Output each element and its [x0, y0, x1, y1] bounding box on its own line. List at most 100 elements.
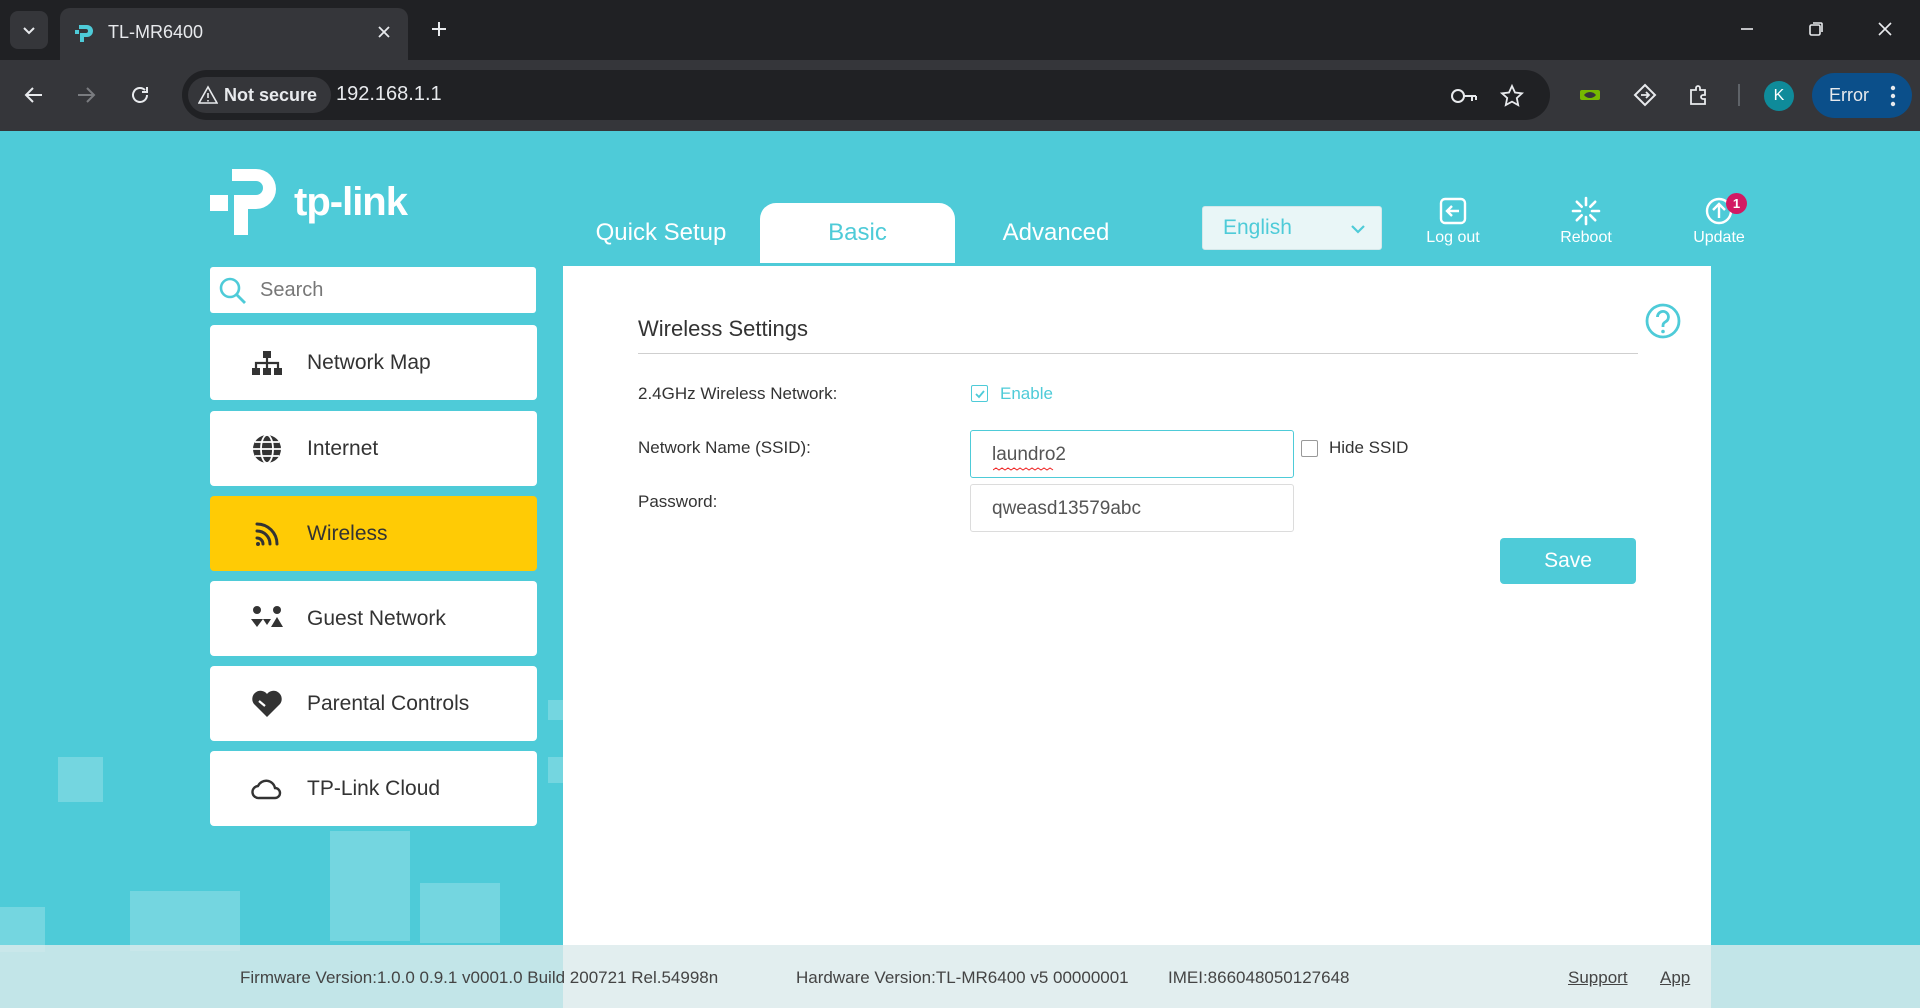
- hide-ssid-checkbox[interactable]: [1301, 440, 1318, 457]
- support-link[interactable]: Support: [1568, 968, 1628, 988]
- imei-text: IMEI:866048050127648: [1168, 968, 1350, 987]
- profile-error-button[interactable]: Error: [1812, 73, 1912, 118]
- wireless-settings-panel: Wireless Settings 2.4GHz Wireless Networ…: [563, 266, 1711, 1008]
- sidebar-item-label: TP-Link Cloud: [307, 777, 441, 800]
- wifi-icon: [250, 517, 284, 551]
- chevron-down-icon: [1351, 225, 1365, 234]
- cloud-icon: [250, 772, 284, 806]
- sidebar-item-tp-link-cloud[interactable]: TP-Link Cloud: [210, 751, 537, 826]
- search-box[interactable]: [210, 267, 536, 313]
- footer: Firmware Version:1.0.0 0.9.1 v0001.0 Bui…: [0, 945, 1920, 1008]
- tp-link-logo-icon: [210, 169, 276, 235]
- toolbar-divider: [1738, 84, 1740, 106]
- bookmark-star-icon[interactable]: [1498, 82, 1526, 110]
- tp-link-logo-text: tp-link: [294, 179, 408, 224]
- tab-advanced[interactable]: Advanced: [966, 203, 1146, 263]
- guest-network-icon: [250, 602, 284, 636]
- decor-square: [548, 700, 563, 720]
- network-map-icon: [250, 346, 284, 380]
- sidebar-item-label: Network Map: [307, 351, 431, 374]
- panel-title: Wireless Settings: [638, 316, 808, 341]
- router-admin-page: tp-link Quick Setup Basic Advanced Engli…: [0, 131, 1920, 1008]
- reboot-icon: [1571, 193, 1601, 229]
- ssid-input[interactable]: [992, 443, 1282, 467]
- wireless-network-label: 2.4GHz Wireless Network:: [638, 384, 838, 403]
- password-input[interactable]: [992, 497, 1282, 521]
- heart-icon: [250, 687, 284, 721]
- tp-link-favicon-icon: [72, 21, 96, 50]
- checkmark-icon: [974, 389, 985, 398]
- password-field[interactable]: [970, 484, 1294, 532]
- warning-triangle-icon: [198, 85, 218, 104]
- not-secure-label: Not secure: [224, 84, 318, 105]
- sidebar-item-parental-controls[interactable]: Parental Controls: [210, 666, 537, 741]
- enable-label[interactable]: Enable: [1000, 384, 1053, 404]
- update-button[interactable]: 1 Update: [1674, 193, 1764, 257]
- decor-square: [548, 757, 563, 783]
- minimize-icon[interactable]: [1732, 14, 1762, 44]
- help-question-icon[interactable]: [1644, 302, 1682, 340]
- tab-basic[interactable]: Basic: [760, 203, 955, 263]
- kebab-menu-icon: [1890, 85, 1896, 107]
- hide-ssid-label[interactable]: Hide SSID: [1329, 438, 1408, 458]
- sidebar-item-guest-network[interactable]: Guest Network: [210, 581, 537, 656]
- sidebar-item-label: Guest Network: [307, 607, 446, 630]
- back-arrow-icon[interactable]: [16, 77, 52, 113]
- enable-checkbox[interactable]: [971, 385, 988, 402]
- save-button[interactable]: Save: [1500, 538, 1636, 584]
- sidebar-item-label: Parental Controls: [307, 692, 470, 715]
- title-divider: [638, 353, 1638, 354]
- reboot-label: Reboot: [1560, 229, 1612, 246]
- chevron-down-icon: [23, 27, 35, 35]
- search-icon: [219, 277, 246, 304]
- language-value: English: [1223, 216, 1292, 239]
- tab-title: TL-MR6400: [108, 22, 204, 42]
- decor-square: [330, 831, 410, 941]
- logout-button[interactable]: Log out: [1408, 193, 1498, 257]
- url-text[interactable]: 192.168.1.1: [336, 83, 442, 106]
- sidebar-item-wireless[interactable]: Wireless: [210, 496, 537, 571]
- tp-link-logo: tp-link: [210, 165, 408, 239]
- search-input[interactable]: [260, 275, 520, 305]
- tab-quick-setup[interactable]: Quick Setup: [572, 203, 750, 263]
- update-badge: 1: [1726, 193, 1747, 214]
- password-label: Password:: [638, 492, 718, 511]
- decor-square: [420, 883, 500, 943]
- sidebar-item-label: Internet: [307, 437, 379, 460]
- sidebar-item-internet[interactable]: Internet: [210, 411, 537, 486]
- firmware-version: Firmware Version:1.0.0 0.9.1 v0001.0 Bui…: [240, 968, 719, 987]
- new-tab-plus-icon[interactable]: [424, 14, 454, 44]
- extension-diamond-icon[interactable]: [1627, 77, 1663, 113]
- tab-search-button[interactable]: [10, 11, 48, 49]
- globe-icon: [250, 432, 284, 466]
- puzzle-extensions-icon[interactable]: [1681, 77, 1717, 113]
- security-chip[interactable]: Not secure: [188, 77, 332, 113]
- close-window-icon[interactable]: [1870, 14, 1900, 44]
- logout-icon: [1438, 193, 1468, 229]
- tab-close-icon[interactable]: [372, 20, 396, 44]
- reload-icon[interactable]: [122, 77, 158, 113]
- sidebar-item-network-map[interactable]: Network Map: [210, 325, 537, 400]
- sidebar-item-label: Wireless: [307, 522, 388, 545]
- hardware-version: Hardware Version:TL-MR6400 v5 00000001: [796, 968, 1129, 987]
- decor-square: [130, 891, 240, 951]
- browser-toolbar: Not secure 192.168.1.1 K Error: [0, 60, 1920, 131]
- browser-tab-bar: TL-MR6400: [0, 0, 1920, 60]
- nvidia-extension-icon[interactable]: [1572, 77, 1608, 113]
- password-key-icon[interactable]: [1450, 82, 1478, 110]
- ssid-field[interactable]: [970, 430, 1294, 478]
- address-bar[interactable]: Not secure 192.168.1.1: [182, 70, 1550, 120]
- update-label: Update: [1693, 229, 1745, 246]
- restore-icon[interactable]: [1801, 14, 1831, 44]
- app-link[interactable]: App: [1660, 968, 1690, 988]
- forward-arrow-icon[interactable]: [68, 77, 104, 113]
- ssid-label: Network Name (SSID):: [638, 438, 811, 457]
- browser-tab[interactable]: TL-MR6400: [60, 8, 408, 60]
- logout-label: Log out: [1426, 229, 1480, 246]
- spellcheck-underline: [993, 467, 1054, 471]
- profile-avatar[interactable]: K: [1764, 81, 1794, 111]
- language-select[interactable]: English: [1202, 206, 1382, 250]
- error-label: Error: [1829, 85, 1869, 105]
- reboot-button[interactable]: Reboot: [1541, 193, 1631, 257]
- decor-square: [58, 757, 103, 802]
